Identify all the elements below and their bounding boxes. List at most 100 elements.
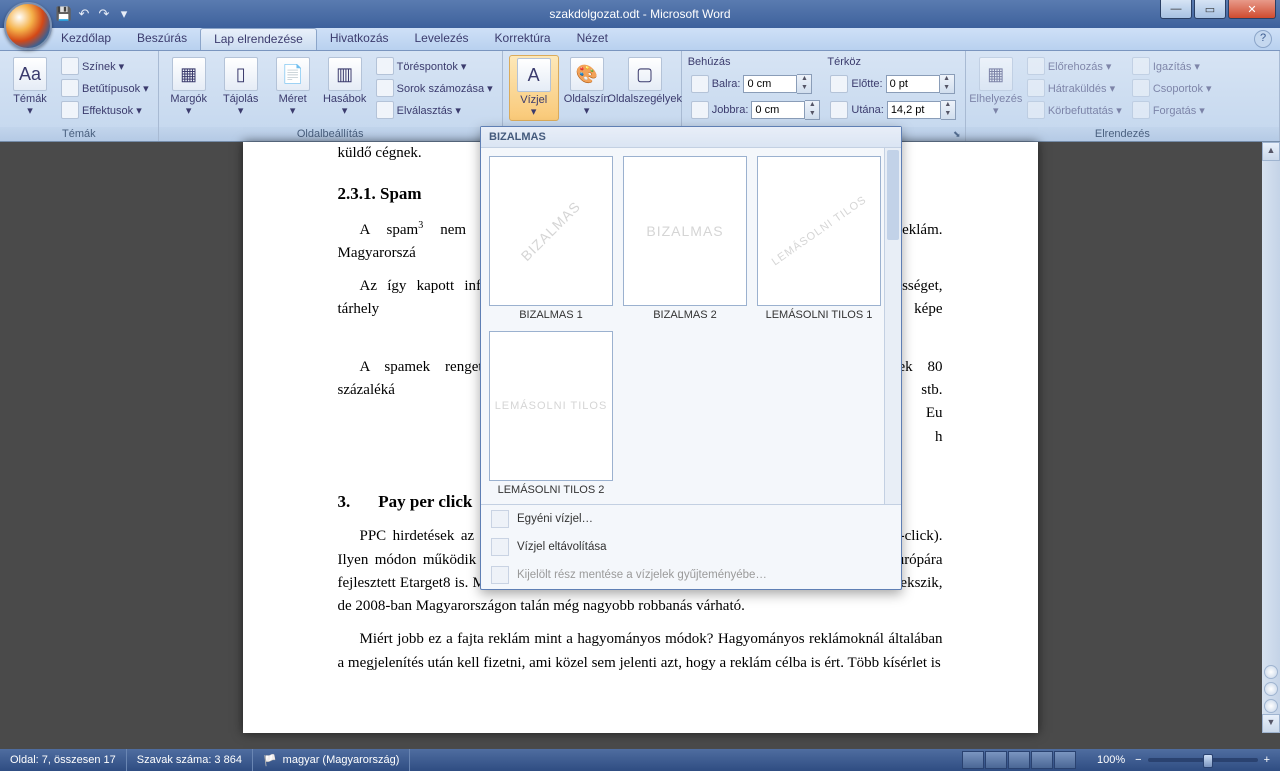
- watermark-gallery: BIZALMAS BIZALMAS BIZALMAS 1 BIZALMAS BI…: [480, 126, 902, 590]
- custom-wm-icon: [491, 510, 509, 528]
- columns-button[interactable]: ▥Hasábok▾: [321, 55, 369, 119]
- orientation-button[interactable]: ▯Tájolás▾: [217, 55, 265, 119]
- indent-right-input[interactable]: ▲▼: [751, 100, 820, 120]
- document-workspace: küldő cégnek. 2.3.1. Spam A spam3 nem má…: [0, 142, 1280, 733]
- rotate-icon: [1132, 101, 1150, 119]
- size-button[interactable]: 📄Méret▾: [269, 55, 317, 119]
- zoom-slider[interactable]: [1148, 758, 1258, 762]
- position-icon: ▦: [979, 57, 1013, 91]
- prev-page-icon[interactable]: [1264, 665, 1278, 679]
- borders-icon: ▢: [628, 57, 662, 91]
- status-word-count[interactable]: Szavak száma: 3 864: [127, 749, 253, 771]
- zoom-out-button[interactable]: −: [1135, 754, 1141, 766]
- zoom-in-button[interactable]: +: [1264, 754, 1270, 766]
- themes-icon: Aa: [13, 57, 47, 91]
- group-arrange: ▦Elhelyezés▾ Előrehozás ▾ Hátraküldés ▾ …: [966, 51, 1280, 141]
- browse-object-icon[interactable]: [1264, 682, 1278, 696]
- watermark-option-lemasolni-1[interactable]: LEMÁSOLNI TILOS LEMÁSOLNI TILOS 1: [757, 156, 881, 321]
- margins-icon: ▦: [172, 57, 206, 91]
- vertical-scrollbar[interactable]: ▲ ▼: [1262, 142, 1280, 733]
- status-page[interactable]: Oldal: 7, összesen 17: [0, 749, 127, 771]
- title-bar: 💾 ↶ ↷ ▾ szakdolgozat.odt - Microsoft Wor…: [0, 0, 1280, 28]
- custom-watermark-menu[interactable]: Egyéni vízjel…: [481, 505, 901, 533]
- columns-icon: ▥: [328, 57, 362, 91]
- rotate-button[interactable]: Forgatás ▾: [1129, 99, 1215, 121]
- size-icon: 📄: [276, 57, 310, 91]
- space-after-input[interactable]: ▲▼: [887, 100, 956, 120]
- position-button[interactable]: ▦Elhelyezés▾: [972, 55, 1020, 119]
- hyphenation-button[interactable]: Elválasztás ▾: [373, 99, 496, 121]
- group-icon: [1132, 79, 1150, 97]
- indent-right-icon: [691, 101, 709, 119]
- watermark-option-bizalmas-2[interactable]: BIZALMAS BIZALMAS 2: [623, 156, 747, 321]
- bring-forward-button[interactable]: Előrehozás ▾: [1024, 55, 1125, 77]
- group-objects-button[interactable]: Csoportok ▾: [1129, 77, 1215, 99]
- pagecolor-icon: 🎨: [570, 57, 604, 91]
- fonts-icon: [61, 79, 79, 97]
- paragraph-dialog-launcher[interactable]: ⬊: [951, 129, 963, 141]
- themes-button[interactable]: Aa Témák▾: [6, 55, 54, 119]
- office-button[interactable]: [4, 2, 52, 50]
- align-icon: [1132, 57, 1150, 75]
- sendback-icon: [1027, 79, 1045, 97]
- watermark-icon: A: [517, 58, 551, 92]
- theme-fonts-button[interactable]: Betűtípusok ▾: [58, 77, 152, 99]
- watermark-option-bizalmas-1[interactable]: BIZALMAS BIZALMAS 1: [489, 156, 613, 321]
- theme-colors-button[interactable]: Színek ▾: [58, 55, 152, 77]
- watermark-button[interactable]: AVízjel▾: [509, 55, 559, 121]
- gallery-scrollbar[interactable]: [884, 148, 901, 504]
- indent-left-icon: [691, 75, 709, 93]
- tab-review[interactable]: Korrektúra: [482, 28, 564, 50]
- minimize-button[interactable]: —: [1160, 0, 1192, 19]
- group-themes: Aa Témák▾ Színek ▾ Betűtípusok ▾ Effektu…: [0, 51, 159, 141]
- tab-home[interactable]: Kezdőlap: [48, 28, 124, 50]
- linenum-icon: [376, 79, 394, 97]
- tab-references[interactable]: Hivatkozás: [317, 28, 402, 50]
- bringfwd-icon: [1027, 57, 1045, 75]
- breaks-icon: [376, 57, 394, 75]
- ribbon-tabs: Kezdőlap Beszúrás Lap elrendezése Hivatk…: [0, 28, 1280, 51]
- space-before-input[interactable]: ▲▼: [886, 74, 955, 94]
- align-button[interactable]: Igazítás ▾: [1129, 55, 1215, 77]
- hyphen-icon: [376, 101, 394, 119]
- page-color-button[interactable]: 🎨Oldalszín▾: [563, 55, 611, 119]
- save-watermark-menu: Kijelölt rész mentése a vízjelek gyűjtem…: [481, 561, 901, 589]
- page-borders-button[interactable]: ▢Oldalszegélyek: [615, 55, 675, 107]
- send-backward-button[interactable]: Hátraküldés ▾: [1024, 77, 1125, 99]
- remove-wm-icon: [491, 538, 509, 556]
- indent-left-input[interactable]: ▲▼: [743, 74, 812, 94]
- tab-page-layout[interactable]: Lap elrendezése: [200, 28, 317, 50]
- tab-insert[interactable]: Beszúrás: [124, 28, 200, 50]
- line-numbers-button[interactable]: Sorok számozása ▾: [373, 77, 496, 99]
- scroll-down-icon[interactable]: ▼: [1262, 714, 1280, 733]
- maximize-button[interactable]: ▭: [1194, 0, 1226, 19]
- scroll-up-icon[interactable]: ▲: [1262, 142, 1280, 161]
- view-buttons[interactable]: [952, 749, 1087, 771]
- quick-access-toolbar: 💾 ↶ ↷ ▾: [56, 6, 132, 22]
- space-after-icon: [830, 101, 848, 119]
- zoom-level[interactable]: 100%: [1087, 749, 1135, 771]
- close-button[interactable]: ✕: [1228, 0, 1276, 19]
- watermark-option-lemasolni-2[interactable]: LEMÁSOLNI TILOS LEMÁSOLNI TILOS 2: [489, 331, 613, 496]
- undo-icon[interactable]: ↶: [76, 6, 92, 22]
- help-button[interactable]: ?: [1254, 30, 1272, 48]
- next-page-icon[interactable]: [1264, 699, 1278, 713]
- redo-icon[interactable]: ↷: [96, 6, 112, 22]
- remove-watermark-menu[interactable]: Vízjel eltávolítása: [481, 533, 901, 561]
- save-icon[interactable]: 💾: [56, 6, 72, 22]
- group-page-setup: ▦Margók▾ ▯Tájolás▾ 📄Méret▾ ▥Hasábok▾ Tör…: [159, 51, 503, 141]
- colors-icon: [61, 57, 79, 75]
- wrap-icon: [1027, 101, 1045, 119]
- tab-view[interactable]: Nézet: [564, 28, 621, 50]
- orientation-icon: ▯: [224, 57, 258, 91]
- effects-icon: [61, 101, 79, 119]
- status-bar: Oldal: 7, összesen 17 Szavak száma: 3 86…: [0, 749, 1280, 771]
- space-before-icon: [830, 75, 848, 93]
- margins-button[interactable]: ▦Margók▾: [165, 55, 213, 119]
- theme-effects-button[interactable]: Effektusok ▾: [58, 99, 152, 121]
- breaks-button[interactable]: Töréspontok ▾: [373, 55, 496, 77]
- status-language[interactable]: 🏳️magyar (Magyarország): [253, 749, 410, 771]
- text-wrap-button[interactable]: Körbefuttatás ▾: [1024, 99, 1125, 121]
- tab-mailings[interactable]: Levelezés: [402, 28, 482, 50]
- qat-more-icon[interactable]: ▾: [116, 6, 132, 22]
